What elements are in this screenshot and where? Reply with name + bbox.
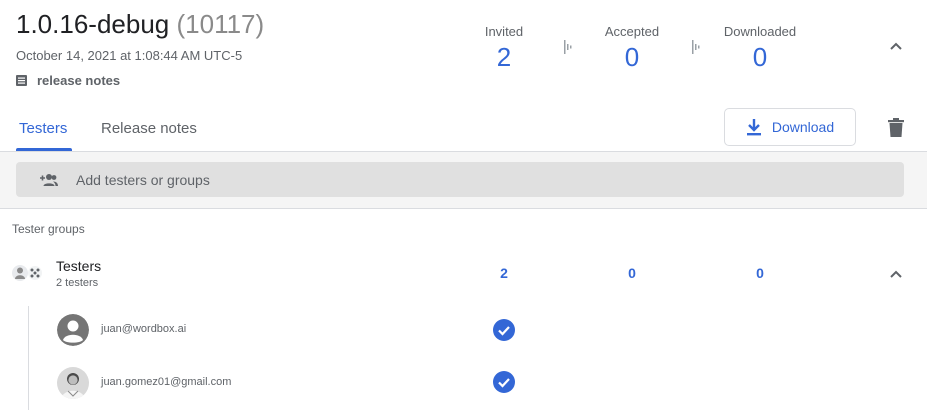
tab-release-notes[interactable]: Release notes xyxy=(101,112,197,146)
profile-photo-icon xyxy=(57,367,89,399)
group-accepted-count: 0 xyxy=(628,265,636,281)
tester-avatar-photo xyxy=(57,367,89,399)
release-build-number: (10117) xyxy=(176,9,265,39)
stat-downloaded-value: 0 xyxy=(752,42,768,72)
group-tester-count: 2 testers xyxy=(56,277,99,289)
tab-testers[interactable]: Testers xyxy=(19,112,67,146)
group-name: Testers xyxy=(56,258,102,274)
tester-groups-title: Tester groups xyxy=(12,222,85,236)
download-button-label: Download xyxy=(771,119,835,135)
group-downloaded-count: 0 xyxy=(756,265,764,281)
separator-icon xyxy=(564,40,572,54)
tester-email: juan.gomez01@gmail.com xyxy=(101,376,232,388)
release-date: October 14, 2021 at 1:08:44 AM UTC-5 xyxy=(16,48,243,63)
release-version: 1.0.16-debug xyxy=(16,9,170,39)
check-circle-icon xyxy=(493,319,515,341)
tester-email: juan@wordbox.ai xyxy=(101,323,187,335)
tester-avatar-default xyxy=(57,314,89,346)
stat-invited-value: 2 xyxy=(496,42,512,72)
stat-invited: Invited 2 xyxy=(449,24,559,74)
stat-accepted-value: 0 xyxy=(624,42,640,72)
stat-downloaded: Downloaded 0 xyxy=(705,24,815,74)
chevron-up-icon xyxy=(890,42,902,50)
chevron-up-icon xyxy=(890,270,902,278)
check-circle-icon xyxy=(493,371,515,393)
release-notes-label: release notes xyxy=(37,73,121,88)
account-circle-icon xyxy=(57,314,89,346)
add-testers-placeholder: Add testers or groups xyxy=(76,171,210,188)
stat-downloaded-label: Downloaded xyxy=(723,24,797,39)
collapse-release-button[interactable] xyxy=(884,34,908,58)
stat-accepted-label: Accepted xyxy=(604,24,660,39)
collapse-group-button[interactable] xyxy=(884,262,908,286)
release-notes-link[interactable]: release notes xyxy=(16,73,120,88)
add-testers-input[interactable]: Add testers or groups xyxy=(16,162,904,197)
download-button[interactable]: Download xyxy=(724,108,856,146)
add-group-icon xyxy=(40,173,58,186)
section-divider xyxy=(0,208,927,209)
stat-invited-label: Invited xyxy=(484,24,524,39)
download-icon xyxy=(746,119,761,136)
delete-release-button[interactable] xyxy=(884,114,908,140)
group-avatar xyxy=(12,264,44,282)
group-tree-line xyxy=(28,306,29,410)
release-title: 1.0.16-debug (10117) xyxy=(16,8,264,40)
group-invited-count: 2 xyxy=(500,265,508,281)
notes-icon xyxy=(16,75,27,86)
trash-icon xyxy=(888,117,904,137)
separator-icon xyxy=(692,40,700,54)
stat-accepted: Accepted 0 xyxy=(577,24,687,74)
